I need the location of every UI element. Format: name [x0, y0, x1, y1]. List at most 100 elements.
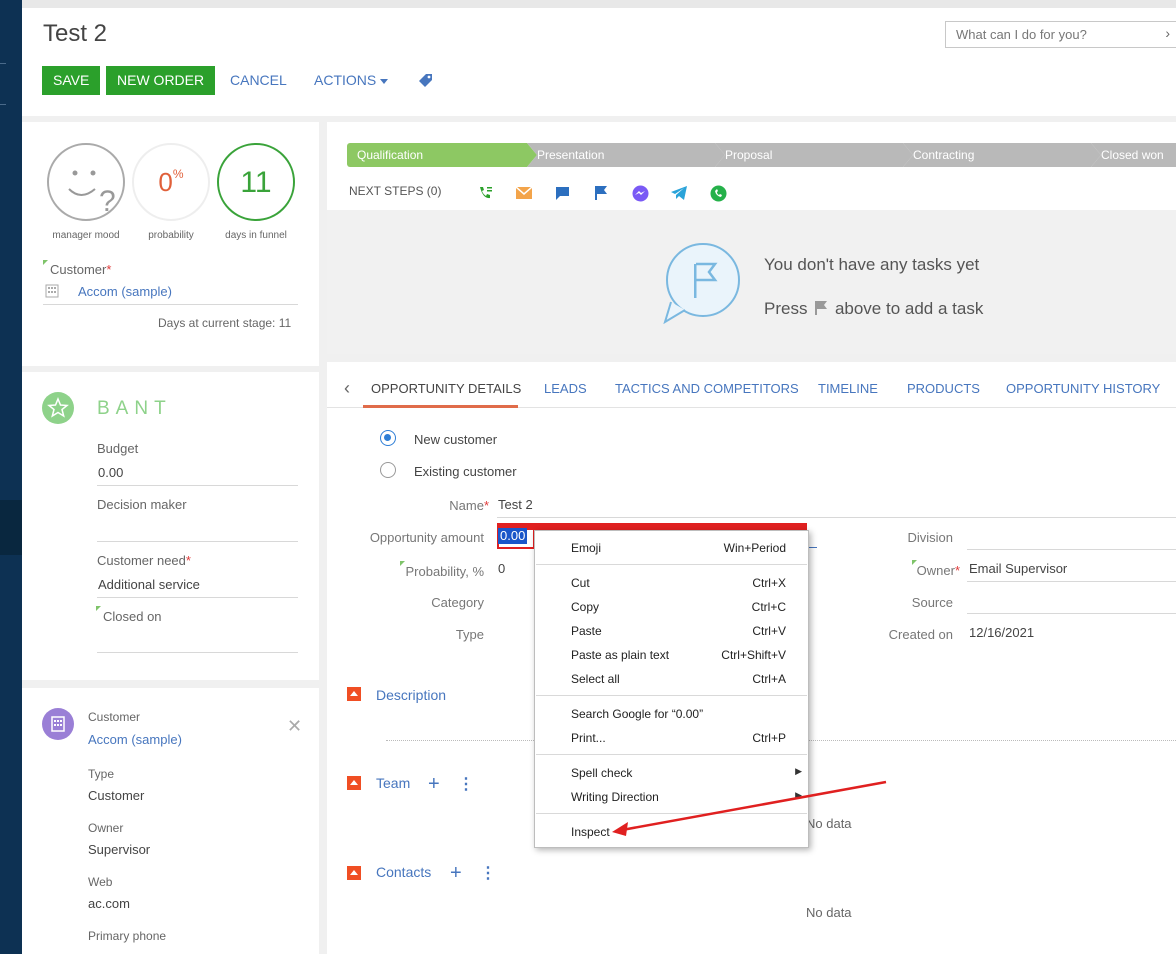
days-in-funnel-gauge: 11	[217, 143, 295, 221]
primary-phone-label: Primary phone	[88, 929, 167, 943]
budget-label: Budget	[97, 441, 139, 456]
call-icon[interactable]	[477, 185, 493, 201]
team-add-icon[interactable]: +	[428, 774, 440, 794]
team-more-icon[interactable]: ⋮	[458, 777, 474, 793]
chat-icon[interactable]	[555, 186, 570, 201]
top-strip	[22, 0, 1176, 8]
menu-item-label: Writing Direction	[571, 790, 659, 804]
actions-button[interactable]: ACTIONS	[314, 66, 389, 95]
tab-leads[interactable]: LEADS	[544, 381, 587, 396]
tag-icon[interactable]	[418, 72, 434, 88]
menu-item-spell-check[interactable]: Spell check	[571, 763, 786, 783]
messenger-icon[interactable]	[632, 185, 649, 202]
description-collapse-toggle[interactable]	[347, 687, 361, 701]
menu-separator	[536, 754, 807, 755]
contacts-section-title[interactable]: Contacts	[376, 864, 431, 880]
account-icon	[42, 708, 74, 740]
menu-item-inspect[interactable]: Inspect	[571, 822, 786, 842]
field-underline	[97, 652, 298, 653]
menu-item-copy[interactable]: Copy Ctrl+C	[571, 597, 786, 617]
tab-products[interactable]: PRODUCTS	[907, 381, 980, 396]
field-underline	[497, 517, 1176, 518]
stage-contracting[interactable]: Contracting	[903, 143, 1101, 167]
assistant-search-input[interactable]	[946, 22, 1146, 47]
opportunity-amount-value[interactable]: 0.00	[498, 528, 528, 544]
next-steps-label[interactable]: NEXT STEPS (0)	[349, 184, 441, 198]
menu-item-select-all[interactable]: Select all Ctrl+A	[571, 669, 786, 689]
save-button[interactable]: SAVE	[42, 66, 101, 95]
menu-item-label: Inspect	[571, 825, 610, 839]
chevron-left-icon[interactable]: ‹	[344, 378, 350, 399]
menu-item-cut[interactable]: Cut Ctrl+X	[571, 573, 786, 593]
menu-shortcut: Win+Period	[723, 541, 786, 555]
probability-label: probability	[148, 230, 194, 241]
menu-shortcut: Ctrl+C	[751, 600, 786, 614]
contacts-more-icon[interactable]: ⋮	[480, 866, 496, 882]
existing-customer-radio[interactable]	[380, 462, 396, 478]
menu-item-print[interactable]: Print... Ctrl+P	[571, 728, 786, 748]
team-section-title[interactable]: Team	[376, 775, 410, 791]
web-link[interactable]: ac.com	[88, 896, 130, 911]
category-label: Category	[431, 595, 484, 610]
tab-timeline[interactable]: TIMELINE	[818, 381, 878, 396]
bant-star-icon	[42, 392, 74, 424]
page-header: Test 2 › SAVE NEW ORDER CANCEL ACTIONS	[22, 8, 1176, 116]
new-customer-radio[interactable]	[380, 430, 396, 446]
menu-separator	[536, 564, 807, 565]
assistant-search-box[interactable]: ›	[945, 21, 1176, 48]
owner-link[interactable]: Supervisor	[88, 842, 150, 857]
browser-context-menu: Emoji Win+Period Cut Ctrl+X Copy Ctrl+C Pas…	[534, 530, 809, 848]
menu-shortcut: Ctrl+V	[752, 624, 786, 638]
nav-active-item[interactable]	[0, 500, 22, 555]
cancel-button[interactable]: CANCEL	[230, 66, 287, 95]
days-in-funnel-label: days in funnel	[225, 230, 287, 241]
menu-item-search-google[interactable]: Search Google for “0.00”	[571, 704, 786, 724]
customer-need-caption: Customer need*	[97, 553, 191, 568]
field-underline	[97, 541, 298, 542]
stage-qualification[interactable]: Qualification	[347, 143, 537, 167]
customer-link[interactable]: Accom (sample)	[78, 284, 172, 299]
menu-item-label: Emoji	[571, 541, 602, 555]
new-order-button[interactable]: NEW ORDER	[106, 66, 216, 95]
tab-tactics-competitors[interactable]: TACTICS AND COMPETITORS	[615, 381, 799, 396]
menu-item-label: Search Google for “0.00”	[571, 707, 704, 721]
empty-tasks-flag-icon	[663, 243, 740, 324]
whatsapp-icon[interactable]	[710, 185, 727, 202]
stage-presentation[interactable]: Presentation	[527, 143, 725, 167]
menu-item-paste[interactable]: Paste Ctrl+V	[571, 621, 786, 641]
days-at-stage-label: Days at current stage:	[158, 316, 276, 330]
menu-shortcut: Ctrl+A	[752, 672, 786, 686]
name-value[interactable]: Test 2	[498, 497, 533, 512]
probability-display: 0%	[134, 167, 208, 198]
customer-card-name[interactable]: Accom (sample)	[88, 732, 182, 747]
type-label: Type	[455, 627, 484, 642]
contacts-add-icon[interactable]: +	[450, 863, 462, 883]
description-section-title[interactable]: Description	[376, 687, 446, 703]
days-in-funnel-value: 11	[240, 166, 272, 199]
tab-opportunity-history[interactable]: OPPORTUNITY HISTORY	[1006, 381, 1160, 396]
flag-icon[interactable]	[594, 185, 608, 201]
contacts-collapse-toggle[interactable]	[347, 866, 361, 880]
probability-value[interactable]: 0	[498, 561, 505, 576]
telegram-icon[interactable]	[671, 186, 687, 200]
chevron-right-icon[interactable]: ›	[1165, 25, 1170, 41]
empty-tasks-title: You don't have any tasks yet	[764, 255, 980, 274]
customer-need-value[interactable]: Additional service	[98, 577, 200, 592]
email-icon[interactable]	[516, 187, 532, 200]
submenu-arrow-icon: ▶	[795, 766, 802, 776]
stage-proposal[interactable]: Proposal	[715, 143, 913, 167]
left-nav-bar	[0, 0, 22, 954]
division-label: Division	[907, 530, 953, 545]
owner-link[interactable]: Email Supervisor	[969, 561, 1067, 576]
menu-item-emoji[interactable]: Emoji Win+Period	[571, 538, 786, 558]
menu-item-label: Paste as plain text	[571, 648, 670, 662]
menu-item-writing-direction[interactable]: Writing Direction	[571, 787, 786, 807]
menu-item-paste-plain[interactable]: Paste as plain text Ctrl+Shift+V	[571, 645, 786, 665]
field-underline	[97, 597, 298, 598]
team-collapse-toggle[interactable]	[347, 776, 361, 790]
stage-closed-won[interactable]: Closed won	[1091, 143, 1176, 167]
close-icon[interactable]: ✕	[287, 716, 302, 737]
budget-value[interactable]: 0.00	[98, 465, 123, 480]
existing-customer-label: Existing customer	[414, 464, 517, 479]
tab-opportunity-details[interactable]: OPPORTUNITY DETAILS	[371, 381, 521, 396]
